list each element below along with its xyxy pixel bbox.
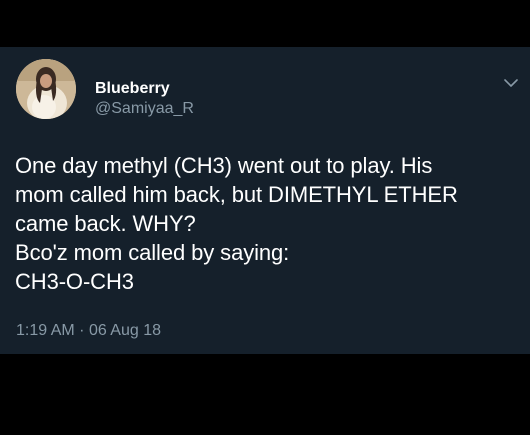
user-info: Blueberry @Samiyaa_R [95, 79, 194, 120]
tweet-date: 06 Aug 18 [88, 322, 162, 339]
tweet-text-line: mom called him back, but DIMETHYL ETHER [15, 182, 458, 207]
tweet-text-line: came back. WHY? [15, 211, 196, 236]
avatar-image [16, 59, 76, 119]
chevron-down-icon[interactable] [504, 75, 518, 87]
tweet-timestamp[interactable]: 1:19 AM · 06 Aug 18 [16, 321, 161, 341]
tweet-time: 1:19 AM [16, 322, 75, 339]
tweet-text: One day methyl (CH3) went out to play. H… [15, 151, 525, 296]
tweet-text-line: CH3-O-CH3 [15, 269, 134, 294]
display-name[interactable]: Blueberry [95, 79, 194, 98]
username-handle[interactable]: @Samiyaa_R [95, 98, 194, 120]
tweet-text-line: Bco'z mom called by saying: [15, 240, 290, 265]
meta-separator: · [79, 322, 85, 339]
tweet-card: Blueberry @Samiyaa_R One day methyl (CH3… [0, 47, 530, 354]
tweet-text-line: One day methyl (CH3) went out to play. H… [15, 153, 433, 178]
avatar[interactable] [16, 59, 76, 119]
